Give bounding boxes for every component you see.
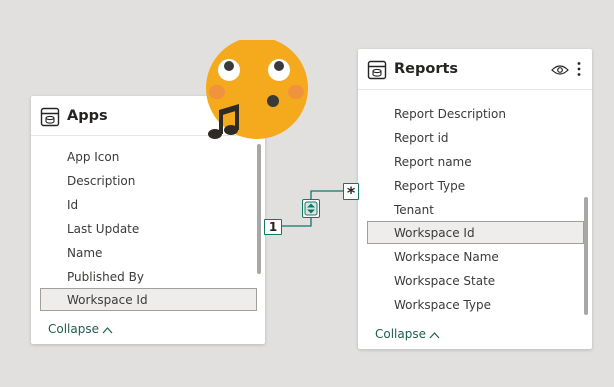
relationship-many-label[interactable]: *	[343, 183, 359, 201]
apps-collapse-button[interactable]: Collapse	[48, 322, 113, 336]
reports-table-card[interactable]: Reports Report Description Report id Rep…	[358, 49, 592, 349]
whistling-face-emoji	[203, 37, 311, 144]
reports-table-header[interactable]: Reports	[358, 49, 592, 90]
field-workspace-name[interactable]: Workspace Name	[394, 250, 499, 264]
collapse-label: Collapse	[48, 322, 99, 336]
field-tenant[interactable]: Tenant	[394, 203, 434, 217]
apps-scrollbar[interactable]	[257, 144, 261, 274]
chevron-up-icon	[102, 327, 113, 334]
field-report-id[interactable]: Report id	[394, 131, 449, 145]
table-icon	[367, 60, 387, 84]
field-workspace-type[interactable]: Workspace Type	[394, 298, 491, 312]
field-app-icon[interactable]: App Icon	[67, 150, 119, 164]
relationship-one-label[interactable]: 1	[264, 219, 282, 235]
table-icon	[40, 107, 60, 131]
field-report-description[interactable]: Report Description	[394, 107, 506, 121]
field-name[interactable]: Name	[67, 246, 102, 260]
more-options-icon[interactable]	[576, 61, 582, 81]
reports-scrollbar[interactable]	[584, 197, 588, 315]
chevron-up-icon	[429, 332, 440, 339]
field-workspace-id[interactable]: Workspace Id	[394, 226, 475, 240]
eye-icon[interactable]	[551, 62, 569, 81]
field-workspace-id[interactable]: Workspace Id	[67, 293, 148, 307]
field-published-by[interactable]: Published By	[67, 270, 144, 284]
field-description[interactable]: Description	[67, 174, 135, 188]
field-id[interactable]: Id	[67, 198, 78, 212]
bidirectional-arrows-icon[interactable]	[302, 199, 320, 218]
field-last-update[interactable]: Last Update	[67, 222, 139, 236]
reports-table-title: Reports	[394, 61, 459, 77]
apps-table-title: Apps	[67, 108, 108, 124]
field-report-type[interactable]: Report Type	[394, 179, 465, 193]
reports-collapse-button[interactable]: Collapse	[375, 327, 440, 341]
field-report-name[interactable]: Report name	[394, 155, 472, 169]
field-workspace-state[interactable]: Workspace State	[394, 274, 495, 288]
collapse-label: Collapse	[375, 327, 426, 341]
